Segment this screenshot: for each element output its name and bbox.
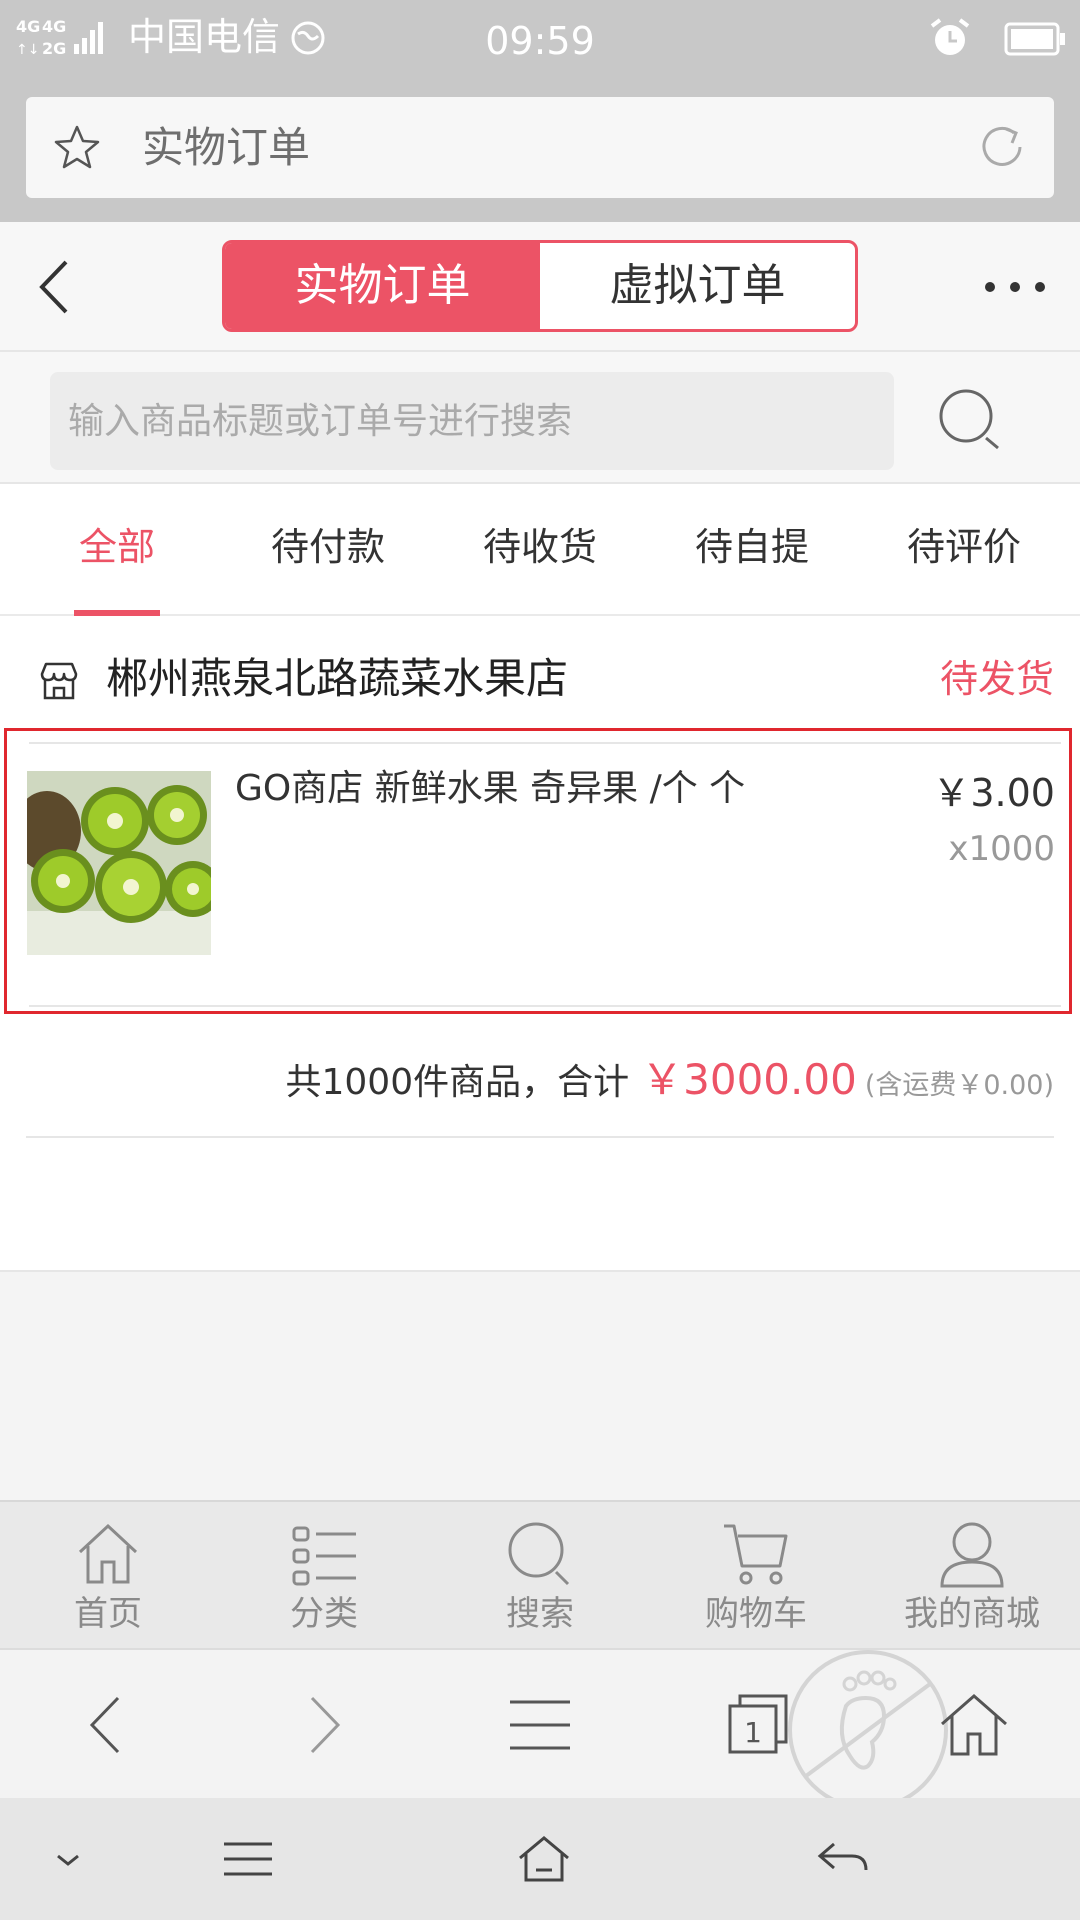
nav-cart[interactable]: 购物车 — [676, 1510, 836, 1646]
chevron-down-icon[interactable] — [38, 1832, 98, 1886]
divider — [29, 742, 1061, 744]
order-type-switch: 实物订单 虚拟订单 — [222, 240, 858, 332]
home-icon — [78, 1523, 138, 1584]
order-item[interactable]: GO商店 新鲜水果 奇异果 /个 个 ￥3.00 x1000 — [4, 728, 1072, 1014]
cart-icon — [724, 1524, 788, 1585]
tab-all[interactable]: 全部 — [52, 522, 182, 572]
nav-label: 购物车 — [705, 1594, 807, 1634]
category-list-icon — [292, 1526, 356, 1586]
summary-text: 共1000件商品，合计 — [285, 1062, 630, 1103]
tab-self-pickup[interactable]: 待自提 — [682, 522, 822, 572]
refresh-icon[interactable] — [976, 121, 1028, 173]
product-image[interactable] — [27, 771, 211, 955]
more-icon[interactable] — [980, 272, 1050, 302]
nav-label: 分类 — [290, 1594, 358, 1634]
forward-arrow-icon[interactable] — [284, 1690, 364, 1760]
search-icon[interactable] — [936, 386, 1006, 456]
footprint-icon[interactable] — [780, 1646, 956, 1814]
back-icon[interactable] — [812, 1832, 872, 1886]
nav-my-mall[interactable]: 我的商城 — [892, 1510, 1052, 1646]
search-bar — [0, 352, 1080, 484]
product-price: ￥3.00 — [932, 771, 1055, 815]
divider — [29, 1005, 1061, 1007]
home-icon[interactable] — [514, 1832, 574, 1886]
menu-icon[interactable] — [500, 1690, 580, 1760]
browser-toolbar: 1 — [0, 1648, 1080, 1810]
system-navigation-bar — [0, 1798, 1080, 1920]
shop-name[interactable]: 郴州燕泉北路蔬菜水果店 — [106, 650, 568, 708]
order-status: 待发货 — [939, 657, 1054, 701]
order-total: ￥3000.00 — [641, 1055, 857, 1104]
back-arrow-icon[interactable] — [34, 258, 76, 316]
nav-label: 搜索 — [506, 1594, 574, 1634]
user-icon — [940, 1522, 1004, 1588]
search-input[interactable] — [50, 372, 894, 470]
menu-icon[interactable] — [218, 1832, 278, 1886]
shop-icon — [40, 662, 78, 700]
nav-search[interactable]: 搜索 — [460, 1510, 620, 1646]
tab-physical-orders[interactable]: 实物订单 — [225, 243, 540, 329]
nav-label: 我的商城 — [904, 1594, 1040, 1634]
tab-count: 1 — [744, 1716, 762, 1749]
tab-pending-review[interactable]: 待评价 — [894, 522, 1034, 572]
status-bar: 4G 4G ↑↓ 2G 中国电信 09:59 — [0, 0, 1080, 77]
back-arrow-icon[interactable] — [66, 1690, 146, 1760]
star-icon[interactable] — [52, 123, 102, 173]
page-header: 实物订单 虚拟订单 — [0, 222, 1080, 352]
battery-icon — [1004, 22, 1065, 56]
search-icon — [508, 1522, 570, 1586]
shipping-fee: (含运费￥0.00) — [864, 1070, 1054, 1101]
product-quantity: x1000 — [948, 829, 1055, 869]
clock-time: 09:59 — [485, 19, 595, 63]
order-summary: 共1000件商品，合计 ￥3000.00 (含运费￥0.00) — [286, 1046, 1055, 1106]
divider — [26, 1136, 1054, 1138]
browser-address-area: 实物订单 — [0, 77, 1080, 222]
order-card[interactable]: 郴州燕泉北路蔬菜水果店 待发货 GO商店 新鲜水果 奇异果 /个 个 ￥3.00… — [0, 616, 1080, 1272]
tab-pending-receipt[interactable]: 待收货 — [470, 522, 610, 572]
tab-virtual-orders[interactable]: 虚拟订单 — [540, 243, 855, 329]
order-status-tabs: 全部 待付款 待收货 待自提 待评价 — [0, 484, 1080, 616]
home-icon[interactable] — [934, 1690, 1014, 1760]
address-title: 实物订单 — [142, 123, 311, 172]
address-bar[interactable]: 实物订单 — [26, 97, 1054, 198]
nav-label: 首页 — [74, 1594, 142, 1634]
nav-category[interactable]: 分类 — [244, 1510, 404, 1646]
bottom-tab-bar: 首页 分类 搜索 购物车 我的商城 — [0, 1500, 1080, 1648]
product-title[interactable]: GO商店 新鲜水果 奇异果 /个 个 — [235, 765, 745, 813]
tab-pending-payment[interactable]: 待付款 — [258, 522, 398, 572]
nav-home[interactable]: 首页 — [28, 1510, 188, 1646]
alarm-icon — [930, 18, 970, 55]
